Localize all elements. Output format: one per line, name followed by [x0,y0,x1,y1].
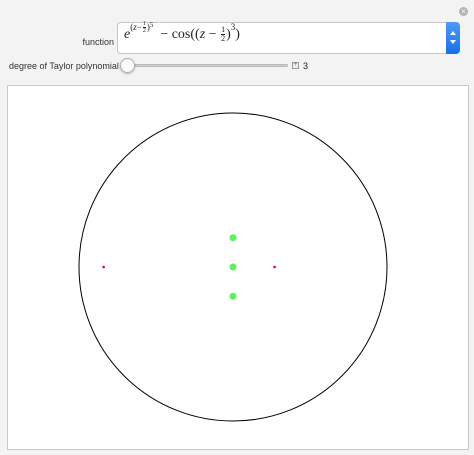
function-label: function [82,37,114,47]
close-button[interactable]: × [459,7,468,16]
degree-slider-thumb[interactable] [120,58,135,73]
degree-stepper-button[interactable]: + [292,62,299,69]
green-point-0 [229,234,237,242]
function-dropdown[interactable]: e(z− 1 2)5 − cos((z − 1 2)3) [117,21,460,54]
plot-panel [7,85,469,450]
degree-label: degree of Taylor polynomial [9,61,119,71]
degree-slider-track[interactable] [121,64,288,67]
red-point-0 [102,265,105,269]
close-icon: × [461,7,466,16]
complex-plane-plot [78,112,388,422]
chevron-updown-icon[interactable] [446,22,460,54]
degree-value: 3 [303,61,309,71]
red-point-1 [273,265,276,269]
plus-icon: + [293,62,298,68]
function-expression: e(z− 1 2)5 − cos((z − 1 2)3) [124,21,240,44]
green-point-2 [229,292,237,300]
green-point-1 [229,263,237,271]
